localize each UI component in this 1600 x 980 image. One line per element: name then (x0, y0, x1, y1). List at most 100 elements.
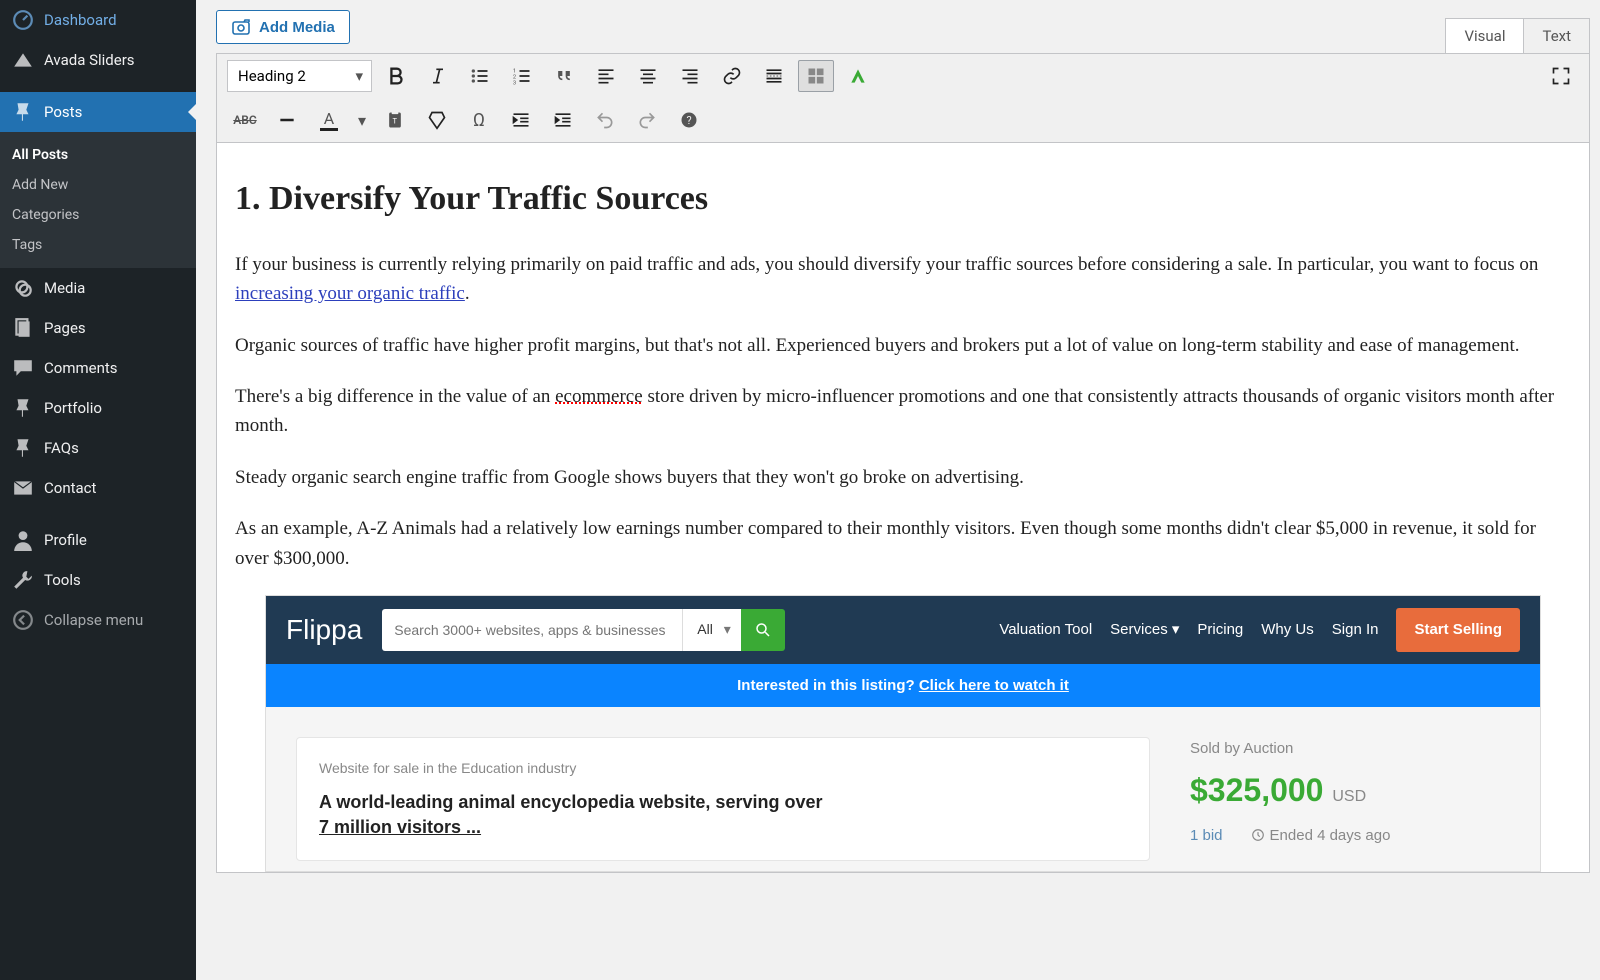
align-left-button[interactable] (588, 60, 624, 92)
sidebar-label: Media (44, 279, 85, 297)
content-paragraph: Steady organic search engine traffic fro… (235, 463, 1571, 492)
text-color-button[interactable]: A (311, 104, 347, 136)
camera-icon (231, 17, 251, 37)
sidebar-label: FAQs (44, 439, 79, 457)
sidebar-label: Avada Sliders (44, 51, 135, 69)
sidebar-item-posts[interactable]: Posts (0, 92, 196, 132)
blockquote-button[interactable] (546, 60, 582, 92)
add-media-button[interactable]: Add Media (216, 10, 350, 44)
outdent-button[interactable] (503, 104, 539, 136)
flippa-nav-item[interactable]: Sign In (1332, 618, 1379, 641)
sidebar-item-dashboard[interactable]: Dashboard (0, 0, 196, 40)
content-heading: 1. Diversify Your Traffic Sources (235, 173, 1571, 226)
flippa-nav-item[interactable]: Why Us (1261, 618, 1314, 641)
sliders-icon (12, 49, 34, 71)
editor-content-area[interactable]: 1. Diversify Your Traffic Sources If you… (216, 143, 1590, 873)
content-paragraph: If your business is currently relying pr… (235, 250, 1571, 309)
sold-label: Sold by Auction (1190, 737, 1510, 760)
user-icon (12, 529, 34, 551)
clear-formatting-button[interactable] (419, 104, 455, 136)
flippa-listing-side: Sold by Auction $325,000 USD 1 bid Ended… (1190, 737, 1510, 861)
submenu-categories[interactable]: Categories (0, 200, 196, 230)
admin-sidebar: Dashboard Avada Sliders Posts All Posts … (0, 0, 196, 980)
svg-text:3: 3 (513, 80, 516, 86)
flippa-search-button[interactable] (741, 609, 785, 651)
organic-traffic-link[interactable]: increasing your organic traffic (235, 283, 465, 304)
sidebar-item-tools[interactable]: Tools (0, 560, 196, 600)
comment-icon (12, 357, 34, 379)
redo-button[interactable] (629, 104, 665, 136)
align-center-button[interactable] (630, 60, 666, 92)
pin-icon (12, 397, 34, 419)
content-paragraph: Organic sources of traffic have higher p… (235, 331, 1571, 360)
flippa-body: Website for sale in the Education indust… (266, 707, 1540, 871)
sidebar-item-media[interactable]: Media (0, 268, 196, 308)
flippa-nav-item[interactable]: Services ▾ (1110, 618, 1179, 641)
listing-price: $325,000 USD (1190, 766, 1510, 816)
sidebar-label: Tools (44, 571, 81, 589)
svg-text:T: T (393, 116, 398, 125)
tab-visual[interactable]: Visual (1445, 18, 1524, 53)
sidebar-item-faqs[interactable]: FAQs (0, 428, 196, 468)
sidebar-item-portfolio[interactable]: Portfolio (0, 388, 196, 428)
avada-builder-button[interactable] (840, 60, 876, 92)
pin-icon (12, 101, 34, 123)
mail-icon (12, 477, 34, 499)
add-media-label: Add Media (259, 19, 335, 36)
text-color-dropdown[interactable]: ▾ (353, 104, 371, 136)
format-dropdown[interactable]: Heading 2 (227, 60, 372, 92)
sidebar-label: Comments (44, 359, 118, 377)
sidebar-label: Collapse menu (44, 611, 143, 629)
editor-main: Add Media Visual Text Heading 2 123 (196, 0, 1600, 980)
submenu-all-posts[interactable]: All Posts (0, 140, 196, 170)
flippa-nav-item[interactable]: Valuation Tool (999, 618, 1092, 641)
page-icon (12, 317, 34, 339)
flippa-category-dropdown[interactable]: All (682, 609, 741, 651)
align-right-button[interactable] (672, 60, 708, 92)
bid-count: 1 bid (1190, 824, 1223, 847)
indent-button[interactable] (545, 104, 581, 136)
help-button[interactable]: ? (671, 104, 707, 136)
sidebar-item-collapse[interactable]: Collapse menu (0, 600, 196, 640)
flippa-start-selling-button[interactable]: Start Selling (1396, 608, 1520, 651)
listing-title: A world-leading animal encyclopedia webs… (319, 790, 1127, 840)
hr-button[interactable] (269, 104, 305, 136)
flippa-search: All (382, 609, 785, 651)
embedded-screenshot: Flippa All Valuation Tool Services ▾ Pri… (265, 595, 1541, 872)
sidebar-item-avada-sliders[interactable]: Avada Sliders (0, 40, 196, 80)
bold-button[interactable] (378, 60, 414, 92)
strikethrough-button[interactable]: ABC (227, 104, 263, 136)
flippa-nav: Valuation Tool Services ▾ Pricing Why Us… (999, 608, 1520, 651)
submenu-add-new[interactable]: Add New (0, 170, 196, 200)
sidebar-item-pages[interactable]: Pages (0, 308, 196, 348)
svg-text:?: ? (687, 114, 692, 127)
flippa-watch-link[interactable]: Click here to watch it (919, 677, 1069, 694)
fullscreen-button[interactable] (1543, 60, 1579, 92)
link-button[interactable] (714, 60, 750, 92)
submenu-tags[interactable]: Tags (0, 230, 196, 260)
numbered-list-button[interactable]: 123 (504, 60, 540, 92)
bullet-list-button[interactable] (462, 60, 498, 92)
sidebar-label: Portfolio (44, 399, 102, 417)
editor-toolbar: Heading 2 123 ABC A ▾ T Ω (216, 53, 1590, 143)
tab-text[interactable]: Text (1524, 18, 1590, 53)
media-icon (12, 277, 34, 299)
italic-button[interactable] (420, 60, 456, 92)
editor-mode-tabs: Visual Text (1445, 18, 1590, 53)
toolbar-toggle-button[interactable] (798, 60, 834, 92)
sidebar-label: Posts (44, 103, 82, 121)
special-char-button[interactable]: Ω (461, 104, 497, 136)
format-value: Heading 2 (238, 67, 306, 85)
flippa-search-input[interactable] (382, 609, 682, 651)
spellcheck-word: ecommerce (555, 386, 643, 407)
undo-button[interactable] (587, 104, 623, 136)
sidebar-item-comments[interactable]: Comments (0, 348, 196, 388)
sidebar-item-profile[interactable]: Profile (0, 520, 196, 560)
sidebar-item-contact[interactable]: Contact (0, 468, 196, 508)
content-paragraph: As an example, A-Z Animals had a relativ… (235, 514, 1571, 573)
flippa-nav-item[interactable]: Pricing (1197, 618, 1243, 641)
read-more-button[interactable] (756, 60, 792, 92)
editor-topbar: Add Media (196, 0, 1600, 50)
paste-text-button[interactable]: T (377, 104, 413, 136)
flippa-logo: Flippa (286, 608, 362, 651)
